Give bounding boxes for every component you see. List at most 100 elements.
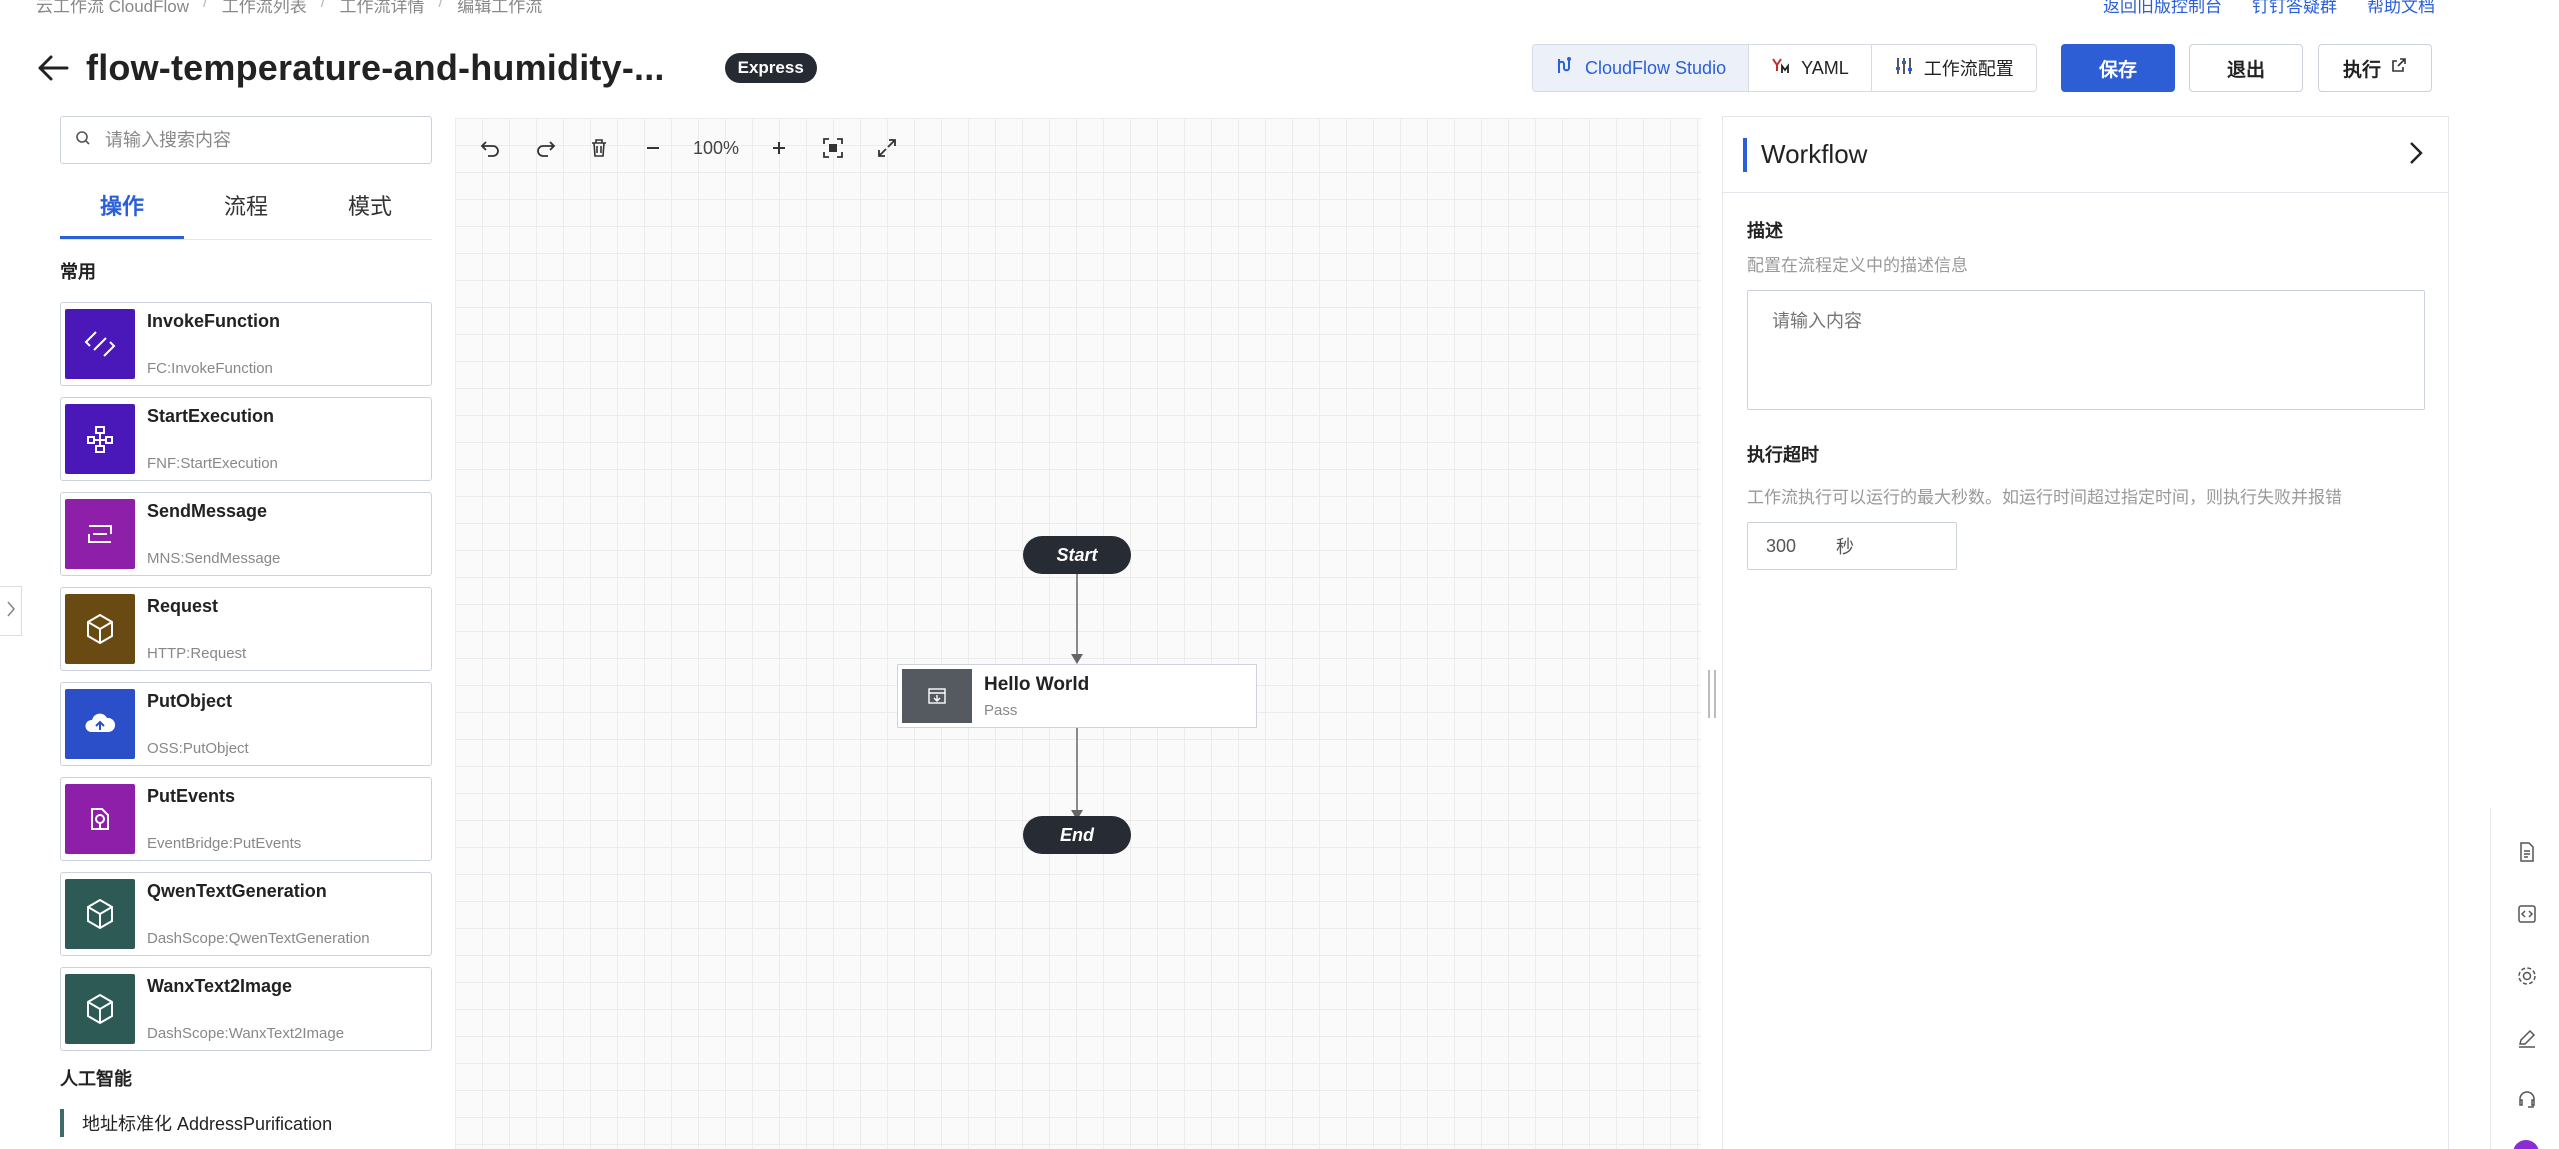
action-name: StartExecution [147,406,275,426]
breadcrumb-separator: / [203,0,208,11]
action-item[interactable]: InvokeFunction FC:InvokeFunction [60,302,432,386]
document-icon[interactable] [2513,838,2541,866]
sliders-icon [1894,56,1914,81]
search-icon [75,130,91,151]
ai-item-accent [60,1109,64,1137]
cloudflow-studio-button[interactable]: CloudFlow Studio [1533,45,1750,91]
breadcrumb-item[interactable]: 云工作流 CloudFlow [36,0,189,16]
external-link-icon [2391,57,2407,79]
state-type: Pass [984,701,1018,719]
action-item[interactable]: SendMessage MNS:SendMessage [60,492,432,576]
timeout-hint: 工作流执行可以运行的最大秒数。如运行时间超过指定时间，则执行失败并报错 [1747,488,2342,507]
action-subtitle: HTTP:Request [147,645,247,662]
title-accent [1743,137,1747,172]
workflow-config-button[interactable]: 工作流配置 [1871,45,2036,91]
page-title: flow-temperature-and-humidity-... [86,47,665,88]
action-name: PutObject [147,691,233,711]
action-item[interactable]: WanxText2Image DashScope:WanxText2Image [60,967,432,1051]
tab-patterns[interactable]: 模式 [308,182,432,239]
edit-icon[interactable] [2513,1024,2541,1052]
timeout-input[interactable]: 300 秒 [1747,522,1957,570]
pass-state-icon [902,669,972,723]
breadcrumb-separator: / [438,0,444,11]
edge-arrowhead [1071,654,1083,664]
yaml-button[interactable]: YAML [1749,45,1872,91]
common-heading: 常用 [60,262,96,282]
action-subtitle: OSS:PutObject [147,740,249,757]
list-item[interactable]: 地址标准化 AddressPurification [60,1109,432,1137]
code-icon[interactable] [2513,900,2541,928]
state-node-hello-world[interactable]: Hello World Pass [897,664,1257,728]
description-textarea[interactable] [1747,290,2425,410]
description-hint: 配置在流程定义中的描述信息 [1747,256,1968,275]
start-node[interactable]: Start [1023,536,1131,574]
action-item[interactable]: QwenTextGeneration DashScope:QwenTextGene… [60,872,432,956]
put-events-icon [65,784,135,854]
properties-panel: Workflow 描述 配置在流程定义中的描述信息 执行超时 工作流执行可以运行… [1722,116,2449,1149]
properties-title: Workflow [1761,139,1868,169]
config-label: 工作流配置 [1923,59,2014,79]
exit-button[interactable]: 退出 [2189,44,2303,92]
flow-edges [1071,574,1083,820]
breadcrumb-item[interactable]: 工作流详情 [340,0,425,16]
panel-tabs: 操作 流程 模式 [60,182,432,240]
properties-body: 描述 配置在流程定义中的描述信息 执行超时 工作流执行可以运行的最大秒数。如运行… [1723,217,2448,570]
timeout-label: 执行超时 [1747,445,1819,465]
panel-resize-handle[interactable] [1708,670,1716,718]
action-text: InvokeFunction FC:InvokeFunction [147,309,280,379]
breadcrumb: 云工作流 CloudFlow / 工作流列表 / 工作流详情 / 编辑工作流 [36,0,543,16]
timeout-value: 300 [1766,535,1797,556]
request-cube-icon [65,594,135,664]
end-node[interactable]: End [1023,816,1131,854]
link-dingtalk-group[interactable]: 钉钉答疑群 [2252,0,2337,17]
action-list: InvokeFunction FC:InvokeFunction StartExec… [60,302,432,1051]
description-label: 描述 [1747,221,1783,241]
assistant-avatar[interactable] [2513,1140,2539,1149]
gear-icon[interactable] [2513,962,2541,990]
send-message-icon [65,499,135,569]
state-name: Hello World [984,673,1090,695]
ai-heading: 人工智能 [60,1069,132,1089]
link-legacy-console[interactable]: 返回旧版控制台 [2103,0,2222,17]
breadcrumb-separator: / [320,0,326,11]
qwen-cube-icon [65,879,135,949]
action-text: SendMessage MNS:SendMessage [147,499,280,569]
action-name: SendMessage [147,501,268,521]
wanx-cube-icon [65,974,135,1044]
run-button[interactable]: 执行 [2318,44,2432,92]
flow-canvas[interactable]: 100% Start Hello World Pass End [455,118,1701,1149]
breadcrumb-item: 编辑工作流 [457,0,543,16]
invoke-function-icon [65,309,135,379]
action-item[interactable]: Request HTTP:Request [60,587,432,671]
search-input[interactable] [105,129,405,151]
action-item[interactable]: PutEvents EventBridge:PutEvents [60,777,432,861]
action-item[interactable]: StartExecution FNF:StartExecution [60,397,432,481]
breadcrumb-item[interactable]: 工作流列表 [222,0,307,16]
action-name: InvokeFunction [147,311,281,331]
express-badge: Express [724,53,817,83]
tab-actions[interactable]: 操作 [60,182,184,239]
back-arrow-icon[interactable] [36,51,70,85]
action-text: PutEvents EventBridge:PutEvents [147,784,301,854]
action-subtitle: EventBridge:PutEvents [147,835,302,852]
right-rail [2490,808,2559,1149]
yaml-label: YAML [1801,57,1849,78]
action-subtitle: MNS:SendMessage [147,550,281,567]
link-help-docs[interactable]: 帮助文档 [2367,0,2435,17]
support-headset-icon[interactable] [2513,1086,2541,1114]
run-label: 执行 [2342,59,2381,81]
search-box [60,116,432,164]
studio-flow-icon [1555,56,1575,81]
expand-sidebar-button[interactable] [0,586,22,636]
action-text: QwenTextGeneration DashScope:QwenTextGene… [147,879,370,949]
action-subtitle: FC:InvokeFunction [147,360,273,377]
action-name: Request [147,596,219,616]
save-button[interactable]: 保存 [2061,44,2175,92]
collapse-panel-icon[interactable] [2406,139,2426,172]
tab-flow[interactable]: 流程 [184,182,308,239]
action-text: Request HTTP:Request [147,594,246,664]
ai-item-label: 地址标准化 AddressPurification [82,1114,333,1134]
action-subtitle: DashScope:QwenTextGeneration [147,930,370,947]
cloud-upload-icon [65,689,135,759]
action-item[interactable]: PutObject OSS:PutObject [60,682,432,766]
